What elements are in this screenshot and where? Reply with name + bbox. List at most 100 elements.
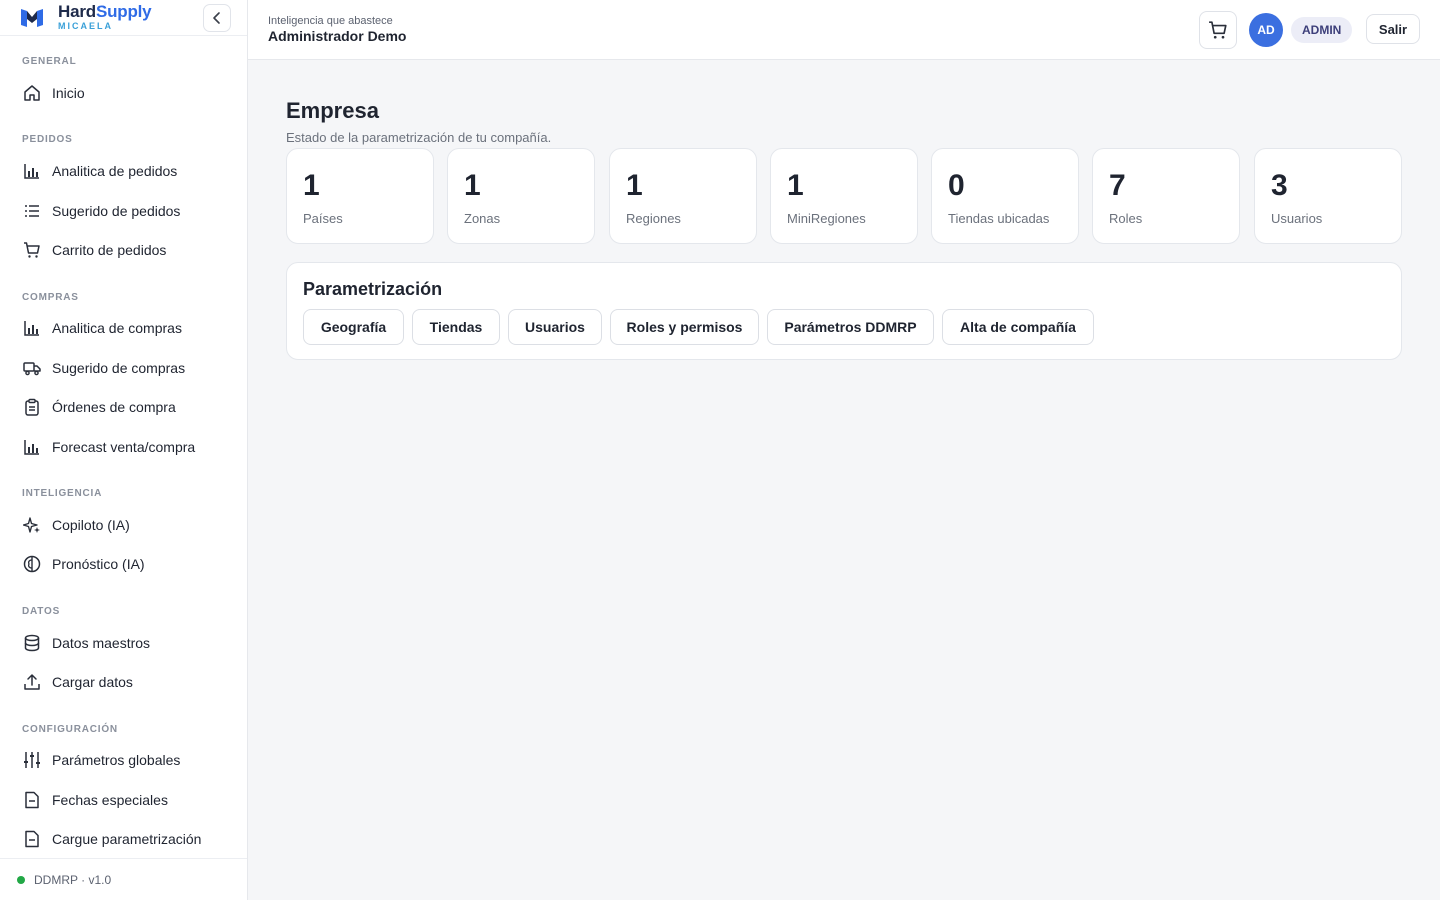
sidebar-item-label: Datos maestros xyxy=(52,635,151,651)
list-icon xyxy=(22,201,42,221)
sidebar-item-analitica-pedidos[interactable]: Analitica de pedidos xyxy=(10,153,238,189)
sidebar-item-label: Órdenes de compra xyxy=(52,399,176,415)
sidebar-item-ordenes-compra[interactable]: Órdenes de compra xyxy=(10,389,238,425)
nav-section-configuracion: CONFIGURACIÓN xyxy=(22,724,118,735)
geografia-button[interactable]: Geografía xyxy=(303,309,404,345)
cart-icon xyxy=(1209,21,1227,39)
sidebar-item-cargar-datos[interactable]: Cargar datos xyxy=(10,664,238,700)
sidebar-item-label: Analitica de pedidos xyxy=(52,163,178,179)
stat-value: 0 xyxy=(948,169,965,202)
chevron-left-icon xyxy=(213,12,220,24)
stat-card-zonas: 1 Zonas xyxy=(447,148,595,244)
home-icon xyxy=(22,83,42,103)
sidebar-item-copiloto[interactable]: Copiloto (IA) xyxy=(10,507,238,543)
stat-label: Países xyxy=(303,211,343,226)
page-subtitle: Estado de la parametrización de tu compa… xyxy=(286,130,552,145)
sidebar-item-datos-maestros[interactable]: Datos maestros xyxy=(10,625,238,661)
sidebar-item-label: Copiloto (IA) xyxy=(52,517,130,533)
sidebar-item-pronostico[interactable]: Pronóstico (IA) xyxy=(10,546,238,582)
sidebar-item-carrito-pedidos[interactable]: Carrito de pedidos xyxy=(10,232,238,268)
stat-value: 1 xyxy=(303,169,320,202)
parametros-ddmrp-button[interactable]: Parámetros DDMRP xyxy=(767,309,934,345)
parametrizacion-title: Parametrización xyxy=(303,279,443,299)
upload-icon xyxy=(22,672,42,692)
stat-label: Tiendas ubicadas xyxy=(948,211,1050,226)
sidebar-item-label: Cargar datos xyxy=(52,674,133,690)
topbar: Inteligencia que abastece Administrador … xyxy=(248,0,1440,60)
sidebar-item-parametros-globales[interactable]: Parámetros globales xyxy=(10,742,238,778)
stat-value: 7 xyxy=(1109,169,1126,202)
sidebar-item-label: Forecast venta/compra xyxy=(52,439,196,455)
topbar-title: Administrador Demo xyxy=(268,28,407,44)
parametrizacion-card: Parametrización Geografía Tiendas Usuari… xyxy=(286,262,1402,360)
file-icon xyxy=(22,790,42,810)
stat-card-tiendas: 0 Tiendas ubicadas xyxy=(931,148,1079,244)
sparkles-icon xyxy=(22,515,42,535)
brand-name-part1: Hard xyxy=(58,1,96,21)
avatar[interactable]: AD xyxy=(1249,13,1283,47)
logout-button[interactable]: Salir xyxy=(1366,14,1420,44)
stat-value: 1 xyxy=(464,169,481,202)
alta-compania-button[interactable]: Alta de compañía xyxy=(942,309,1094,345)
cart-button[interactable] xyxy=(1199,11,1237,49)
stat-card-usuarios: 3 Usuarios xyxy=(1254,148,1402,244)
sidebar-footer: DDMRP · v1.0 xyxy=(0,858,247,900)
brand-subtitle: MICAELA xyxy=(58,20,113,31)
nav-section-datos: DATOS xyxy=(22,606,61,617)
sidebar-item-forecast[interactable]: Forecast venta/compra xyxy=(10,429,238,465)
roles-permisos-button[interactable]: Roles y permisos xyxy=(610,309,759,345)
brand: HardSupply MICAELA xyxy=(0,0,247,36)
sidebar-item-sugerido-compras[interactable]: Sugerido de compras xyxy=(10,350,238,386)
sidebar-item-label: Sugerido de compras xyxy=(52,360,186,376)
topbar-subtitle: Inteligencia que abastece xyxy=(268,15,393,27)
sidebar-item-label: Sugerido de pedidos xyxy=(52,203,181,219)
file-icon xyxy=(22,829,42,849)
bar-chart-icon xyxy=(22,161,42,181)
sidebar: HardSupply MICAELA GENERAL Inicio PEDIDO… xyxy=(0,0,248,900)
sliders-icon xyxy=(22,750,42,770)
usuarios-button[interactable]: Usuarios xyxy=(508,309,602,345)
logo-icon xyxy=(21,8,43,27)
nav-section-inteligencia: INTELIGENCIA xyxy=(22,488,103,499)
stat-value: 3 xyxy=(1271,169,1288,202)
stat-value: 1 xyxy=(787,169,804,202)
stat-card-regiones: 1 Regiones xyxy=(609,148,757,244)
sidebar-item-label: Inicio xyxy=(52,85,85,101)
sidebar-item-label: Analitica de compras xyxy=(52,320,182,336)
stat-label: Zonas xyxy=(464,211,501,226)
sidebar-item-label: Cargue parametrización xyxy=(52,831,202,847)
stat-label: Regiones xyxy=(626,211,681,226)
bar-chart-icon xyxy=(22,318,42,338)
nav-section-compras: COMPRAS xyxy=(22,292,79,303)
brand-name: HardSupply xyxy=(58,1,152,21)
brand-name-part2: Supply xyxy=(95,1,152,21)
stat-label: Usuarios xyxy=(1271,211,1323,226)
stat-label: Roles xyxy=(1109,211,1143,226)
database-icon xyxy=(22,633,42,653)
nav-section-pedidos: PEDIDOS xyxy=(22,134,73,145)
stat-value: 1 xyxy=(626,169,643,202)
cart-icon xyxy=(22,240,42,260)
tiendas-button[interactable]: Tiendas xyxy=(412,309,500,345)
page-title: Empresa xyxy=(286,98,379,123)
stat-label: MiniRegiones xyxy=(787,211,866,226)
clipboard-icon xyxy=(22,397,42,417)
sidebar-item-label: Fechas especiales xyxy=(52,792,168,808)
stat-card-miniregiones: 1 MiniRegiones xyxy=(770,148,918,244)
truck-icon xyxy=(22,358,42,378)
collapse-sidebar-button[interactable] xyxy=(203,4,231,32)
sidebar-item-cargue-parametrizacion[interactable]: Cargue parametrización xyxy=(10,821,238,857)
sidebar-item-inicio[interactable]: Inicio xyxy=(10,75,238,111)
brain-icon xyxy=(22,554,42,574)
status-dot-icon xyxy=(17,875,25,884)
role-badge: ADMIN xyxy=(1291,17,1353,43)
sidebar-item-label: Carrito de pedidos xyxy=(52,242,167,258)
sidebar-item-label: Pronóstico (IA) xyxy=(52,556,145,572)
sidebar-item-fechas-especiales[interactable]: Fechas especiales xyxy=(10,782,238,818)
nav-section-general: GENERAL xyxy=(22,56,77,67)
sidebar-item-sugerido-pedidos[interactable]: Sugerido de pedidos xyxy=(10,193,238,229)
stat-card-paises: 1 Países xyxy=(286,148,434,244)
bar-chart-icon xyxy=(22,437,42,457)
sidebar-item-analitica-compras[interactable]: Analitica de compras xyxy=(10,310,238,346)
sidebar-item-label: Parámetros globales xyxy=(52,752,181,768)
